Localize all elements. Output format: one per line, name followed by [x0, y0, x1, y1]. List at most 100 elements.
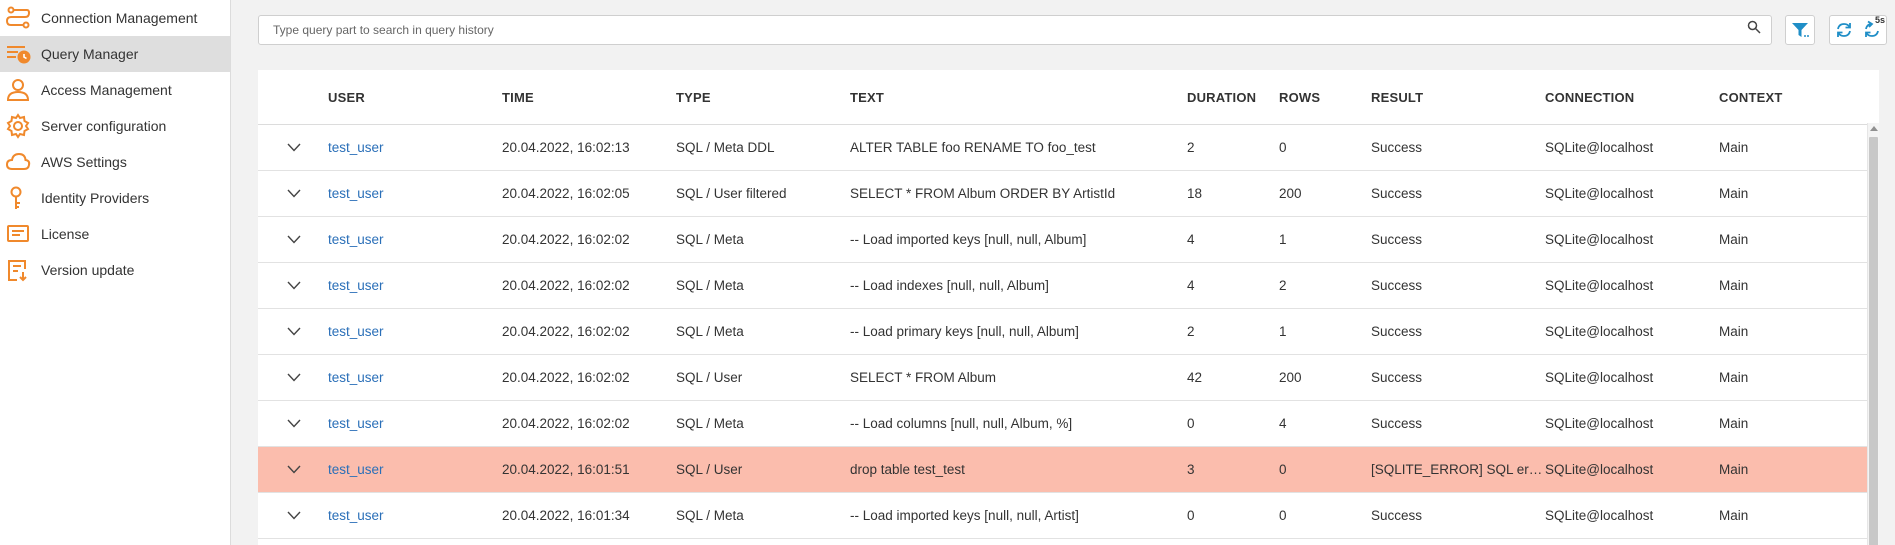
sidebar-item-aws-settings[interactable]: AWS Settings: [0, 144, 230, 180]
cell-result: Success: [1371, 124, 1545, 171]
filter-icon: [1792, 22, 1809, 37]
cell-time: 20.04.2022, 16:02:02: [502, 400, 676, 447]
column-header-time[interactable]: TIME: [502, 70, 676, 125]
filter-button[interactable]: [1785, 14, 1815, 45]
sidebar-item-version-update[interactable]: Version update: [0, 252, 230, 288]
column-header-text[interactable]: TEXT: [850, 70, 1187, 125]
cell-type: SQL / Meta: [676, 262, 850, 309]
user-link[interactable]: test_user: [328, 232, 384, 247]
cell-user: test_user: [328, 354, 502, 401]
expand-column-header: [258, 70, 328, 125]
table-row[interactable]: test_user 20.04.2022, 16:01:51 SQL / User d…: [258, 446, 1873, 493]
cell-context: Main: [1719, 446, 1873, 493]
user-link[interactable]: test_user: [328, 186, 384, 201]
column-header-rows[interactable]: ROWS: [1279, 70, 1371, 125]
chevron-down-icon[interactable]: [284, 184, 304, 204]
cell-text: SELECT * FROM Album ORDER BY ArtistId: [850, 170, 1187, 217]
sidebar-item-query-manager[interactable]: Query Manager: [0, 36, 230, 72]
user-link[interactable]: test_user: [328, 462, 384, 477]
cell-rows: 0: [1279, 492, 1371, 539]
cell-duration: 3: [1187, 446, 1279, 493]
column-header-context[interactable]: CONTEXT: [1719, 70, 1873, 125]
refresh-button-group: 5s: [1829, 14, 1887, 45]
user-link[interactable]: test_user: [328, 278, 384, 293]
column-header-connection[interactable]: CONNECTION: [1545, 70, 1719, 125]
cell-type: SQL / Meta: [676, 492, 850, 539]
cell-result: Success: [1371, 262, 1545, 309]
main-content: 5s: [231, 0, 1895, 545]
sidebar-item-identity-providers[interactable]: Identity Providers: [0, 180, 230, 216]
chevron-down-icon[interactable]: [284, 230, 304, 250]
user-link[interactable]: test_user: [328, 508, 384, 523]
table-row[interactable]: test_user 20.04.2022, 16:02:05 SQL / User …: [258, 170, 1873, 217]
table-row[interactable]: test_user 20.04.2022, 16:02:13 SQL / Meta …: [258, 124, 1873, 171]
chevron-down-icon[interactable]: [284, 322, 304, 342]
vertical-scrollbar[interactable]: [1867, 123, 1879, 545]
scroll-thumb[interactable]: [1869, 137, 1878, 545]
expand-cell: [258, 262, 328, 309]
column-header-type[interactable]: TYPE: [676, 70, 850, 125]
cell-text: -- Load imported keys [null, null, Album…: [850, 216, 1187, 263]
table-row[interactable]: test_user 20.04.2022, 16:02:02 SQL / Meta -…: [258, 262, 1873, 309]
cell-time: 20.04.2022, 16:02:02: [502, 354, 676, 401]
cell-connection: SQLite@localhost: [1545, 216, 1719, 263]
user-link[interactable]: test_user: [328, 140, 384, 155]
chevron-down-icon[interactable]: [284, 138, 304, 158]
sidebar-item-server-configuration[interactable]: Server configuration: [0, 108, 230, 144]
chevron-down-icon[interactable]: [284, 414, 304, 434]
table-row[interactable]: test_user 20.04.2022, 16:02:02 SQL / User S…: [258, 354, 1873, 401]
refresh-button[interactable]: [1830, 16, 1858, 44]
cell-rows: 1: [1279, 216, 1371, 263]
cell-result: Success: [1371, 492, 1545, 539]
refresh-interval-badge: 5s: [1874, 14, 1885, 25]
cell-result: Success: [1371, 400, 1545, 447]
column-header-duration[interactable]: DURATION: [1187, 70, 1279, 125]
cell-context: Main: [1719, 262, 1873, 309]
cell-time: 20.04.2022, 16:02:02: [502, 308, 676, 355]
sidebar-item-connection-management[interactable]: Connection Management: [0, 0, 230, 36]
scroll-up-arrow-icon[interactable]: [1870, 126, 1878, 131]
refresh-icon: [1837, 22, 1851, 37]
cell-user: test_user: [328, 216, 502, 263]
sidebar-item-label: Access Management: [41, 82, 172, 98]
cloud-icon: [4, 148, 32, 176]
cell-time: 20.04.2022, 16:02:05: [502, 170, 676, 217]
sidebar-item-access-management[interactable]: Access Management: [0, 72, 230, 108]
chevron-down-icon[interactable]: [284, 368, 304, 388]
cell-type: SQL / User: [676, 446, 850, 493]
table-row[interactable]: test_user 20.04.2022, 16:01:34 SQL / Meta -…: [258, 492, 1873, 539]
chevron-down-icon[interactable]: [284, 276, 304, 296]
expand-cell: [258, 400, 328, 447]
cell-context: Main: [1719, 170, 1873, 217]
cell-context: Main: [1719, 354, 1873, 401]
chevron-down-icon[interactable]: [284, 460, 304, 480]
sidebar-item-label: Server configuration: [41, 118, 167, 134]
auto-refresh-button[interactable]: 5s: [1858, 14, 1886, 44]
table-row[interactable]: test_user 20.04.2022, 16:02:02 SQL / Meta -…: [258, 308, 1873, 355]
toolbar: 5s: [258, 0, 1887, 58]
expand-cell: [258, 216, 328, 263]
table-row[interactable]: test_user 20.04.2022, 16:02:02 SQL / Meta -…: [258, 216, 1873, 263]
cell-user: test_user: [328, 170, 502, 217]
chevron-down-icon[interactable]: [284, 506, 304, 526]
search-input[interactable]: [271, 21, 1747, 38]
cell-text: drop table test_test: [850, 446, 1187, 493]
table-row[interactable]: test_user 20.04.2022, 16:02:02 SQL / Meta -…: [258, 400, 1873, 447]
user-link[interactable]: test_user: [328, 370, 384, 385]
sidebar-item-label: License: [41, 226, 90, 242]
user-link[interactable]: test_user: [328, 416, 384, 431]
cell-type: SQL / User filtered: [676, 170, 850, 217]
column-header-user[interactable]: USER: [328, 70, 502, 125]
cell-connection: SQLite@localhost: [1545, 354, 1719, 401]
app-window: Connection Management Query Manager Acce…: [0, 0, 1895, 545]
search-icon[interactable]: [1747, 20, 1761, 39]
user-link[interactable]: test_user: [328, 324, 384, 339]
sidebar-item-license[interactable]: License: [0, 216, 230, 252]
cell-rows: 1: [1279, 308, 1371, 355]
cell-context: Main: [1719, 216, 1873, 263]
cell-result: [SQLITE_ERROR] SQL error or missing data…: [1371, 446, 1545, 493]
cell-connection: SQLite@localhost: [1545, 124, 1719, 171]
cell-user: test_user: [328, 446, 502, 493]
column-header-result[interactable]: RESULT: [1371, 70, 1545, 125]
cell-text: -- Load primary keys [null, null, Album]: [850, 308, 1187, 355]
